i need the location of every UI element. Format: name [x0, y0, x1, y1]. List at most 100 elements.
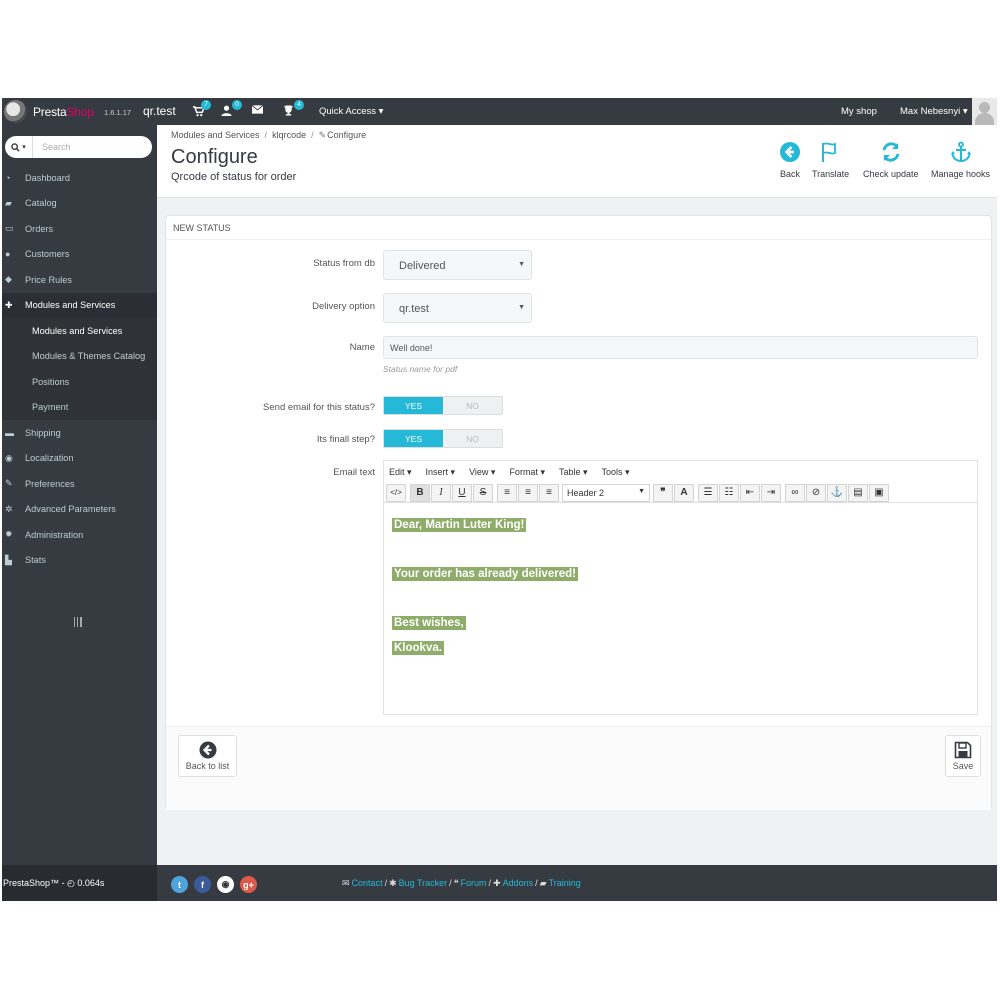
- blockquote-icon[interactable]: ❞: [653, 483, 673, 502]
- sidebar-item-stats[interactable]: ▙ Stats: [2, 548, 157, 574]
- align-left-icon[interactable]: ≡: [497, 483, 517, 502]
- send-email-toggle[interactable]: YES NO: [383, 396, 503, 415]
- sidebar-item-customers[interactable]: ● Customers: [2, 242, 157, 268]
- text-color-icon[interactable]: A: [674, 483, 694, 502]
- editor-content[interactable]: Dear, Martin Luter King! Your order has …: [384, 503, 977, 666]
- top-bar: PrestaShop 1.6.1.17 qr.test 7 0 4 Quick …: [2, 98, 997, 125]
- align-right-icon[interactable]: ≡: [539, 483, 559, 502]
- check-update-button[interactable]: Check update: [863, 141, 919, 179]
- back-to-list-button[interactable]: Back to list: [178, 735, 237, 777]
- menu-edit[interactable]: Edit ▾: [389, 467, 412, 478]
- menu-insert[interactable]: Insert ▾: [426, 467, 456, 478]
- manage-hooks-button[interactable]: Manage hooks: [931, 141, 990, 179]
- format-select[interactable]: Header 2 ▼: [562, 483, 650, 502]
- trophy-icon[interactable]: [281, 105, 295, 118]
- globe-icon: ◉: [5, 452, 13, 463]
- send-email-no[interactable]: NO: [443, 397, 502, 414]
- user-menu[interactable]: Max Nebesnyi ▾: [900, 106, 968, 117]
- status-from-db-label: Status from db: [313, 258, 375, 269]
- email-text-editor: Edit ▾ Insert ▾ View ▾ Format ▾ Table ▾ …: [383, 460, 978, 715]
- breadcrumb-item[interactable]: klqrcode: [272, 130, 306, 141]
- bug-tracker-link[interactable]: Bug Tracker: [399, 878, 448, 889]
- final-step-no[interactable]: NO: [443, 430, 502, 447]
- italic-icon[interactable]: I: [431, 483, 451, 502]
- final-step-yes[interactable]: YES: [384, 430, 443, 447]
- breadcrumb-separator: /: [311, 130, 314, 140]
- translate-button[interactable]: Translate: [812, 141, 849, 179]
- sidebar-subitem-catalog[interactable]: Modules & Themes Catalog: [2, 344, 157, 370]
- search-dropdown-button[interactable]: ▾: [5, 136, 33, 158]
- facebook-icon[interactable]: f: [194, 876, 211, 893]
- sidebar-subitem-positions[interactable]: Positions: [2, 369, 157, 395]
- outdent-icon[interactable]: ⇤: [740, 483, 760, 502]
- underline-icon[interactable]: U: [452, 483, 472, 502]
- quick-access-menu[interactable]: Quick Access ▾: [319, 106, 383, 117]
- breadcrumb-item[interactable]: Modules and Services: [171, 130, 260, 141]
- sidebar-item-dashboard[interactable]: ◔ Dashboard: [2, 165, 157, 191]
- shop-name[interactable]: qr.test: [143, 104, 176, 118]
- google-plus-icon[interactable]: g+: [240, 876, 257, 893]
- sidebar-subitem-payment[interactable]: Payment: [2, 395, 157, 421]
- search-input[interactable]: [33, 142, 143, 152]
- back-button[interactable]: Back: [779, 141, 801, 179]
- prestashop-logo-icon[interactable]: [4, 100, 27, 123]
- addons-link[interactable]: Addons: [503, 878, 534, 889]
- comments-icon: ❝: [453, 878, 459, 888]
- book-icon: ▰: [5, 197, 12, 208]
- status-from-db-select[interactable]: Delivered ▼: [383, 250, 532, 280]
- strikethrough-icon[interactable]: S: [473, 483, 493, 502]
- brand-name: PrestaShop: [33, 105, 94, 119]
- sidebar-item-modules[interactable]: ✚ Modules and Services: [2, 292, 157, 318]
- collapse-sidebar-icon[interactable]: [74, 617, 82, 627]
- footer-links: ✉ Contact / ✱ Bug Tracker / ❝ Forum / ✚ …: [342, 878, 581, 889]
- twitter-icon[interactable]: t: [171, 876, 188, 893]
- indent-icon[interactable]: ⇥: [761, 483, 781, 502]
- unlink-icon[interactable]: ⊘: [806, 483, 826, 502]
- puzzle-icon: ✚: [493, 878, 501, 888]
- sidebar: ▾ ◔Dashboard ▰Catalog ▭Orders ●Customers…: [2, 125, 157, 901]
- panel-footer: Back to list Save: [166, 726, 991, 810]
- page-header: Modules and Services / klqrcode / ✎ Conf…: [157, 125, 997, 198]
- menu-tools[interactable]: Tools ▾: [602, 467, 630, 478]
- anchor-icon[interactable]: ⚓: [827, 483, 847, 502]
- bold-icon[interactable]: B: [410, 483, 430, 502]
- breadcrumb-item: Configure: [327, 130, 367, 140]
- sidebar-item-localization[interactable]: ◉ Localization: [2, 446, 157, 472]
- user-icon[interactable]: [219, 105, 233, 118]
- sidebar-item-administration[interactable]: ✹ Administration: [2, 522, 157, 548]
- email-line: Klookva.: [392, 640, 444, 655]
- link-icon[interactable]: ∞: [785, 483, 805, 502]
- page-title: Configure: [171, 146, 258, 168]
- email-line: Dear, Martin Luter King!: [392, 518, 527, 532]
- editor-menubar: Edit ▾ Insert ▾ View ▾ Format ▾ Table ▾ …: [384, 461, 977, 483]
- contact-link[interactable]: Contact: [352, 878, 383, 889]
- final-step-toggle[interactable]: YES NO: [383, 429, 503, 448]
- delivery-option-select[interactable]: qr.test ▼: [383, 293, 532, 323]
- training-link[interactable]: Training: [549, 878, 581, 889]
- source-code-icon[interactable]: </>: [386, 483, 406, 502]
- sidebar-item-preferences[interactable]: ✎ Preferences: [2, 471, 157, 497]
- menu-view[interactable]: View ▾: [469, 467, 495, 478]
- image-icon[interactable]: ▣: [869, 483, 889, 502]
- sidebar-item-shipping[interactable]: ▬ Shipping: [2, 420, 157, 446]
- sidebar-item-catalog[interactable]: ▰ Catalog: [2, 191, 157, 217]
- bullet-list-icon[interactable]: ☰: [698, 483, 718, 502]
- my-shop-link[interactable]: My shop: [841, 106, 877, 117]
- save-button[interactable]: Save: [945, 735, 981, 777]
- sidebar-subitem-modules-services[interactable]: Modules and Services: [2, 318, 157, 344]
- name-input[interactable]: Well done!: [383, 336, 978, 359]
- sidebar-item-advanced[interactable]: ✲ Advanced Parameters: [2, 497, 157, 523]
- orders-badge: 7: [201, 100, 211, 110]
- sidebar-item-orders[interactable]: ▭ Orders: [2, 216, 157, 242]
- menu-table[interactable]: Table ▾: [559, 467, 588, 478]
- align-center-icon[interactable]: ≡: [518, 483, 538, 502]
- numbered-list-icon[interactable]: ☷: [719, 483, 739, 502]
- avatar[interactable]: [972, 98, 997, 125]
- envelope-icon[interactable]: [250, 105, 264, 118]
- github-icon[interactable]: ◉: [217, 876, 234, 893]
- send-email-yes[interactable]: YES: [384, 397, 443, 414]
- forum-link[interactable]: Forum: [461, 878, 487, 889]
- media-icon[interactable]: ▤: [848, 483, 868, 502]
- sidebar-item-price-rules[interactable]: ◆ Price Rules: [2, 267, 157, 293]
- menu-format[interactable]: Format ▾: [509, 467, 545, 478]
